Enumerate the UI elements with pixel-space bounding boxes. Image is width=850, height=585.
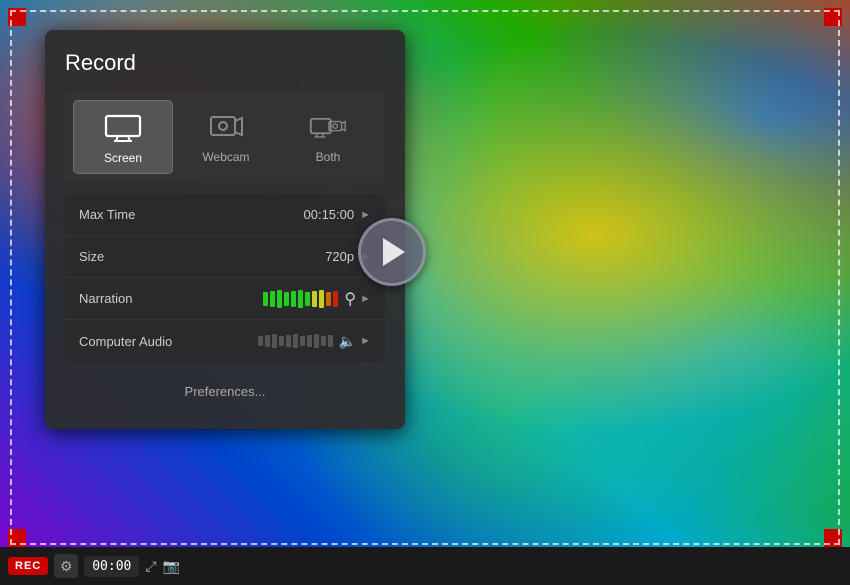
size-row[interactable]: Size 720p ► (65, 236, 385, 278)
comp-audio-bar-8 (314, 334, 319, 348)
narration-bar-10 (333, 291, 338, 307)
corner-top-right (824, 8, 842, 26)
narration-bar-8 (319, 290, 324, 308)
comp-audio-meter (258, 334, 333, 348)
screen-label: Screen (104, 151, 142, 165)
comp-audio-bar-7 (307, 335, 312, 347)
narration-label: Narration (79, 291, 263, 306)
play-record-button[interactable] (358, 218, 426, 286)
comp-audio-bar-5 (293, 334, 298, 348)
computer-audio-row[interactable]: Computer Audio 🔈 ► (65, 320, 385, 362)
maxtime-label: Max Time (79, 207, 304, 222)
comp-audio-label: Computer Audio (79, 334, 258, 349)
narration-bar-6 (305, 292, 310, 306)
narration-row[interactable]: Narration ⚲ ► (65, 278, 385, 320)
record-panel: Record Screen (45, 30, 405, 429)
corner-bottom-left (8, 529, 26, 547)
comp-audio-chevron: ► (360, 335, 371, 347)
both-label: Both (316, 150, 341, 164)
settings-area: Max Time 00:15:00 ► Size 720p ► Narratio… (65, 194, 385, 362)
size-value: 720p (325, 249, 354, 264)
comp-audio-bar-10 (328, 335, 333, 347)
source-selector: Screen Webcam (65, 92, 385, 182)
comp-audio-bar-3 (279, 336, 284, 346)
speaker-icon: 🔈 (339, 333, 356, 350)
source-btn-webcam[interactable]: Webcam (177, 100, 275, 174)
screen-icon (99, 111, 147, 145)
narration-bar-2 (277, 290, 282, 308)
narration-bar-0 (263, 292, 268, 306)
corner-bottom-right (824, 529, 842, 547)
gear-icon: ⚙ (60, 558, 73, 575)
narration-bar-9 (326, 292, 331, 306)
camera-icon[interactable]: 📷 (163, 558, 180, 575)
comp-audio-bar-4 (286, 335, 291, 347)
mic-icon: ⚲ (344, 289, 356, 309)
timer-display: 00:00 (84, 556, 139, 577)
both-icon (304, 110, 352, 144)
corner-top-left (8, 8, 26, 26)
comp-audio-bar-1 (265, 335, 270, 347)
comp-audio-bar-6 (300, 336, 305, 346)
preferences-button[interactable]: Preferences... (65, 374, 385, 409)
narration-bar-5 (298, 290, 303, 308)
narration-bar-3 (284, 292, 289, 306)
narration-chevron: ► (360, 293, 371, 305)
maxtime-chevron: ► (360, 209, 371, 221)
narration-bar-1 (270, 291, 275, 307)
play-icon (383, 238, 405, 266)
expand-icon[interactable]: ⤢ (145, 558, 156, 575)
size-label: Size (79, 249, 325, 264)
bottom-toolbar: REC ⚙ 00:00 ⤢ 📷 (0, 547, 850, 585)
webcam-icon (202, 110, 250, 144)
narration-bar-7 (312, 291, 317, 307)
maxtime-row[interactable]: Max Time 00:15:00 ► (65, 194, 385, 236)
comp-audio-bar-2 (272, 334, 277, 348)
source-btn-both[interactable]: Both (279, 100, 377, 174)
comp-audio-bar-0 (258, 336, 263, 346)
narration-bar-4 (291, 291, 296, 307)
webcam-label: Webcam (202, 150, 249, 164)
main-container: Record Screen (0, 0, 850, 585)
maxtime-value: 00:15:00 (304, 207, 355, 222)
source-btn-screen[interactable]: Screen (73, 100, 173, 174)
rec-badge: REC (8, 557, 48, 575)
narration-meter (263, 290, 338, 308)
settings-button[interactable]: ⚙ (54, 554, 78, 578)
comp-audio-bar-9 (321, 336, 326, 346)
panel-title: Record (65, 50, 385, 76)
